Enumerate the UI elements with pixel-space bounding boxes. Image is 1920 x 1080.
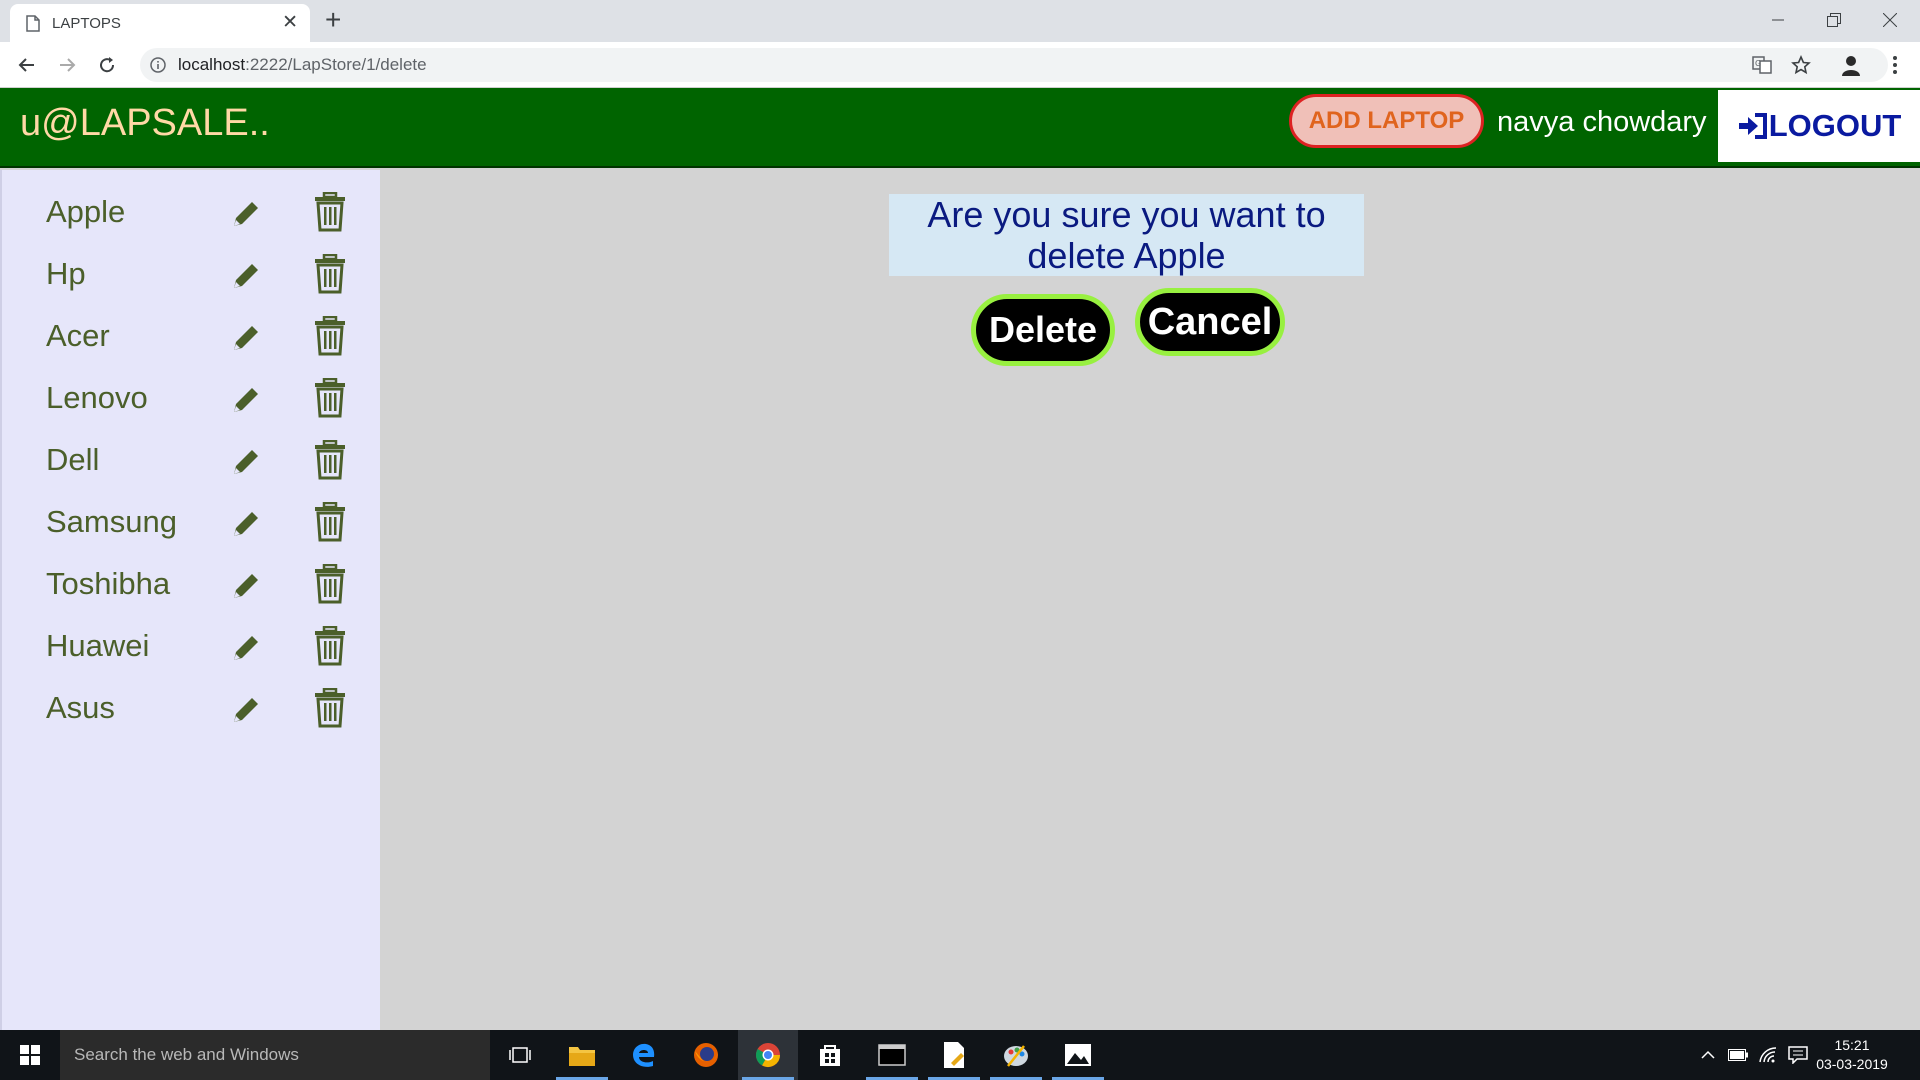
sidebar-item-huawei: Huawei [2,618,382,680]
taskbar-search-input[interactable]: Search the web and Windows [60,1030,490,1080]
sidebar-item-acer: Acer [2,308,382,370]
address-bar[interactable]: localhost:2222/LapStore/1/delete [140,48,1888,82]
browser-tabstrip: LAPTOPS ✕ + [0,0,1920,42]
logout-button[interactable]: LOGOUT [1718,90,1920,162]
browser-toolbar: localhost:2222/LapStore/1/delete G [0,42,1920,88]
restore-icon[interactable] [1806,0,1862,40]
tab-title: LAPTOPS [52,14,121,32]
firefox-icon[interactable] [676,1030,736,1080]
delete-button[interactable]: Delete [971,294,1115,366]
edit-pencil-icon[interactable] [228,692,264,728]
sidebar-item-lenovo: Lenovo [2,370,382,432]
sidebar-item-label[interactable]: Asus [46,690,115,726]
chrome-icon[interactable] [738,1030,798,1080]
back-arrow-icon[interactable] [12,50,42,80]
clock-time: 15:21 [1834,1037,1870,1053]
trash-icon[interactable] [314,378,346,418]
sidebar-item-hp: Hp [2,246,382,308]
taskbar-clock[interactable]: 15:21 03-03-2019 [1812,1036,1892,1074]
sidebar-item-label[interactable]: Lenovo [46,380,148,416]
document-editor-icon[interactable] [924,1030,984,1080]
trash-icon[interactable] [314,192,346,232]
reload-icon[interactable] [92,50,122,80]
sidebar-item-label[interactable]: Acer [46,318,110,354]
notifications-icon[interactable] [1785,1030,1811,1080]
edge-browser-icon[interactable] [614,1030,674,1080]
sidebar-item-label[interactable]: Hp [46,256,86,292]
translate-icon[interactable]: G [1749,52,1775,78]
clock-date: 03-03-2019 [1816,1056,1888,1072]
windows-taskbar: Search the web and Windows 15:21 03-03-2… [0,1030,1920,1080]
trash-icon[interactable] [314,440,346,480]
edit-pencil-icon[interactable] [228,630,264,666]
battery-icon[interactable] [1725,1030,1751,1080]
edit-pencil-icon[interactable] [228,444,264,480]
forward-arrow-icon[interactable] [52,50,82,80]
close-window-icon[interactable] [1862,0,1918,40]
edit-pencil-icon[interactable] [228,320,264,356]
edit-pencil-icon[interactable] [228,506,264,542]
sidebar-item-label[interactable]: Samsung [46,504,177,540]
cancel-button[interactable]: Cancel [1135,288,1285,356]
sidebar-item-label[interactable]: Toshibha [46,566,170,602]
delete-confirmation-message: Are you sure you want to delete Apple [889,194,1364,276]
minimize-icon[interactable] [1750,0,1806,40]
sidebar-item-label[interactable]: Huawei [46,628,149,664]
tab-close-icon[interactable]: ✕ [282,12,298,34]
sidebar-item-samsung: Samsung [2,494,382,556]
wifi-icon[interactable] [1755,1030,1781,1080]
sidebar-item-label[interactable]: Dell [46,442,99,478]
paint-icon[interactable] [986,1030,1046,1080]
new-tab-icon[interactable]: + [325,6,341,34]
confirmation-line-2: delete Apple [1027,235,1226,276]
sidebar-item-dell: Dell [2,432,382,494]
start-windows-icon[interactable] [0,1030,60,1080]
sidebar: Apple Hp Acer Lenovo Dell Samsung Toshib… [0,170,380,1030]
trash-icon[interactable] [314,254,346,294]
sign-in-icon [1738,113,1767,139]
store-icon[interactable] [800,1030,860,1080]
profile-avatar-icon[interactable] [1838,52,1864,78]
edit-pencil-icon[interactable] [228,196,264,232]
username-label: navya chowdary [1497,106,1707,138]
app-header: u@LAPSALE.. ADD LAPTOP navya chowdary LO… [0,88,1920,168]
trash-icon[interactable] [314,502,346,542]
browser-tab[interactable]: LAPTOPS ✕ [10,4,310,42]
bookmark-star-icon[interactable] [1788,52,1814,78]
edit-pencil-icon[interactable] [228,568,264,604]
brand-title: u@LAPSALE.. [20,102,270,144]
page-icon [26,14,40,32]
info-icon[interactable] [150,57,166,73]
sidebar-item-apple: Apple [2,184,382,246]
sidebar-item-asus: Asus [2,680,382,742]
edit-pencil-icon[interactable] [228,382,264,418]
logout-label: LOGOUT [1768,108,1902,143]
add-laptop-button[interactable]: ADD LAPTOP [1289,94,1484,148]
chevron-up-icon[interactable] [1697,1030,1719,1080]
trash-icon[interactable] [314,564,346,604]
terminal-icon[interactable] [862,1030,922,1080]
task-view-icon[interactable] [490,1030,550,1080]
url-text[interactable]: localhost:2222/LapStore/1/delete [178,55,427,75]
trash-icon[interactable] [314,688,346,728]
trash-icon[interactable] [314,316,346,356]
confirmation-line-1: Are you sure you want to [927,194,1326,235]
file-explorer-icon[interactable] [552,1030,612,1080]
taskbar-search-placeholder: Search the web and Windows [74,1045,299,1064]
sidebar-item-toshibha: Toshibha [2,556,382,618]
edit-pencil-icon[interactable] [228,258,264,294]
photos-icon[interactable] [1048,1030,1108,1080]
svg-text:G: G [1755,59,1761,68]
menu-kebab-icon[interactable] [1882,52,1908,78]
trash-icon[interactable] [314,626,346,666]
sidebar-item-label[interactable]: Apple [46,194,125,230]
